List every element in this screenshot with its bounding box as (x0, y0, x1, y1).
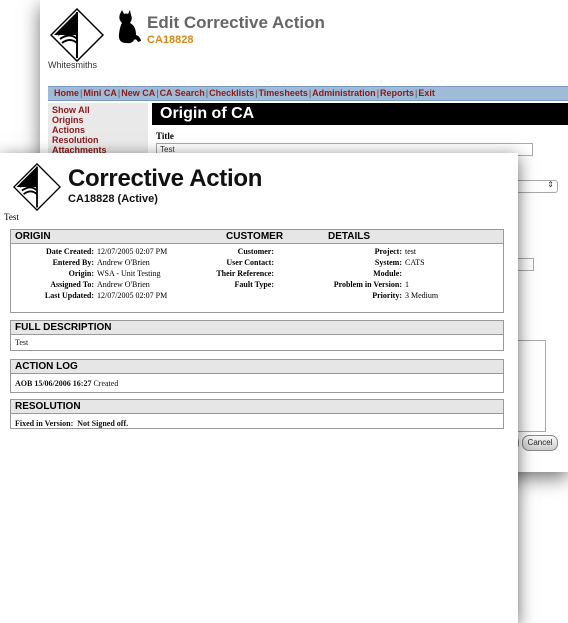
field-row: Entered By: Andrew O'Brien (52, 258, 150, 267)
select-arrow-icon: ⇕ (547, 180, 554, 189)
full-description-text: Test (15, 338, 29, 347)
field-row: User Contact: (226, 258, 274, 267)
title-label: Title (156, 131, 174, 141)
nav-home[interactable]: Home (54, 88, 79, 98)
action-log-entry: AOB 15/06/2006 16:27 Created (11, 374, 503, 391)
nav-ca-search[interactable]: CA Search (160, 88, 205, 98)
log-entry-text: Created (93, 379, 119, 388)
field-row: Fault Type: (234, 280, 274, 289)
field-row: System: CATS (374, 258, 425, 267)
nav-bar: Home|Mini CA|New CA|CA Search|Checklists… (48, 86, 568, 101)
nav-reports[interactable]: Reports (380, 88, 414, 98)
origin-heading: ORIGIN (15, 231, 51, 242)
resolution-row: Fixed in Version: Not Signed off. (11, 414, 503, 431)
cat-icon (118, 10, 141, 44)
field-row: Origin: WSA - Unit Testing (68, 269, 161, 278)
ca-id: CA18828 (147, 34, 194, 46)
field-row: Project: test (374, 247, 417, 256)
report-window: Corrective Action CA18828 (Active) Test … (0, 153, 518, 623)
resolution-label: Fixed in Version: (15, 419, 74, 428)
nav-checklists[interactable]: Checklists (209, 88, 254, 98)
field-row: Problem in Version: 1 (333, 280, 409, 289)
log-entry-stamp: AOB 15/06/2006 16:27 (15, 379, 92, 388)
nav-administration[interactable]: Administration (312, 88, 376, 98)
side-origins[interactable]: Origins (52, 115, 144, 125)
nav-new-ca[interactable]: New CA (121, 88, 155, 98)
field-row: Module: (373, 269, 402, 278)
report-desc: Test (4, 212, 19, 222)
side-show-all[interactable]: Show All (52, 105, 144, 115)
resolution-header: RESOLUTION (11, 400, 503, 414)
whitesmiths-logo (50, 8, 104, 62)
nav-mini-ca[interactable]: Mini CA (83, 88, 117, 98)
page-title: Edit Corrective Action (147, 13, 325, 32)
field-row: Date Created: 12/07/2005 02:07 PM (45, 247, 168, 256)
cancel-button[interactable]: Cancel (522, 435, 558, 451)
logo-text: Whitesmiths (48, 60, 98, 70)
origin-box: ORIGIN CUSTOMER DETAILS Date Created: 12/… (10, 229, 504, 313)
section-header: Origin of CA (152, 103, 568, 125)
field-row: Assigned To: Andrew O'Brien (50, 280, 150, 289)
field-row: Last Updated: 12/07/2005 02:07 PM (44, 291, 168, 300)
field-row: Their Reference: (216, 269, 274, 278)
details-heading: DETAILS (328, 231, 371, 242)
report-title: Corrective Action (68, 165, 263, 192)
field-row: Priority: 3 Medium (372, 291, 439, 300)
side-actions[interactable]: Actions (52, 125, 144, 135)
action-log-box: ACTION LOG AOB 15/06/2006 16:27 Created (10, 359, 504, 393)
origin-header: ORIGIN CUSTOMER DETAILS (11, 230, 503, 244)
customer-heading: CUSTOMER (226, 231, 284, 242)
nav-timesheets[interactable]: Timesheets (258, 88, 307, 98)
report-subtitle: CA18828 (Active) (68, 193, 158, 205)
description-textarea[interactable] (514, 340, 546, 432)
action-log-header: ACTION LOG (11, 360, 503, 374)
resolution-box: RESOLUTION Fixed in Version: Not Signed … (10, 399, 504, 429)
nav-exit[interactable]: Exit (418, 88, 435, 98)
field-row: Customer: (237, 247, 274, 256)
full-description-box: FULL DESCRIPTION Test (10, 320, 504, 351)
whitesmiths-logo (13, 163, 61, 211)
side-resolution[interactable]: Resolution (52, 135, 144, 145)
full-description-header: FULL DESCRIPTION (11, 321, 503, 335)
resolution-value: Not Signed off. (77, 419, 129, 428)
